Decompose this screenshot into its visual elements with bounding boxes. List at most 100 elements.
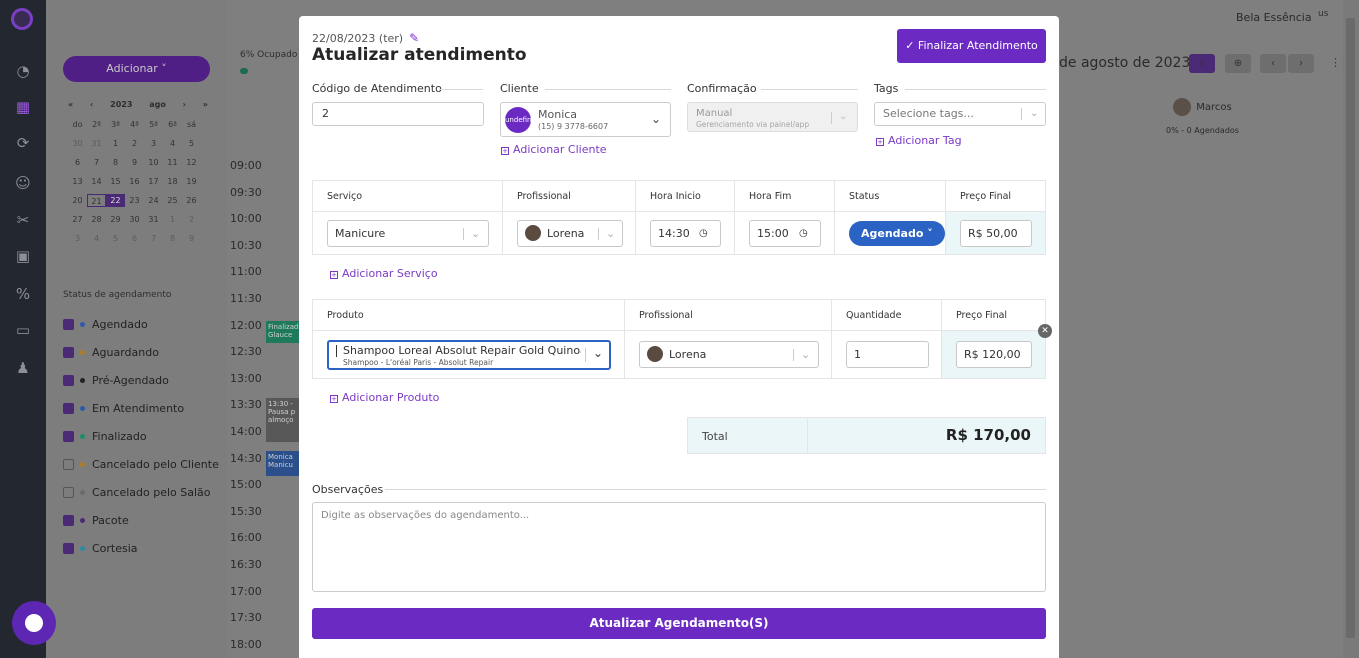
calendar-day[interactable]: 3 bbox=[68, 232, 87, 245]
checkbox[interactable] bbox=[63, 346, 74, 358]
calendar-day[interactable]: 31 bbox=[144, 213, 163, 226]
tags-select[interactable]: Selecione tags... ⌄ bbox=[874, 102, 1046, 126]
status-filter-item[interactable]: Pacote bbox=[63, 506, 219, 534]
checkbox[interactable] bbox=[63, 430, 74, 442]
calendar-day[interactable]: 15 bbox=[106, 175, 125, 188]
cal-next-year-button[interactable]: » bbox=[203, 100, 208, 109]
box-icon[interactable]: ▣ bbox=[13, 246, 33, 266]
cal-year[interactable]: 2023 bbox=[110, 100, 132, 109]
chevron-down-icon[interactable]: ⌄ bbox=[593, 347, 603, 359]
product-select[interactable]: Shampoo Loreal Absolut Repair Gold Quino… bbox=[327, 339, 611, 370]
chevron-down-icon[interactable]: ⌄ bbox=[651, 112, 661, 126]
calendar-day[interactable]: 30 bbox=[125, 213, 144, 226]
calendar-day[interactable]: 28 bbox=[87, 213, 106, 226]
chat-icon[interactable] bbox=[12, 601, 56, 645]
status-filter-item[interactable]: Cortesia bbox=[63, 534, 219, 562]
checkbox[interactable] bbox=[63, 458, 74, 470]
checkbox[interactable] bbox=[63, 402, 74, 414]
status-filter-item[interactable]: Finalizado bbox=[63, 422, 219, 450]
calendar-day[interactable]: 12 bbox=[182, 156, 201, 169]
calendar-day[interactable]: 2 bbox=[125, 137, 144, 150]
service-select[interactable]: Manicure ⌄ bbox=[327, 219, 489, 247]
status-filter-item[interactable]: Cancelado pelo Cliente bbox=[63, 450, 219, 478]
calendar-day[interactable]: 9 bbox=[182, 232, 201, 245]
code-input[interactable]: 2 bbox=[312, 102, 484, 126]
calendar-day[interactable]: 8 bbox=[163, 232, 182, 245]
calendar-day[interactable]: 29 bbox=[106, 213, 125, 226]
page-scrollbar[interactable] bbox=[1343, 0, 1359, 658]
calendar-day[interactable]: 4 bbox=[87, 232, 106, 245]
percent-icon[interactable]: % bbox=[13, 284, 33, 304]
appointment-block[interactable]: Monica Manicu bbox=[266, 451, 302, 476]
calendar-day[interactable]: 8 bbox=[106, 156, 125, 169]
users-icon[interactable]: ♟ bbox=[13, 358, 33, 378]
calendar-day[interactable]: 30 bbox=[68, 137, 87, 150]
checkbox[interactable] bbox=[63, 514, 74, 526]
logo-icon[interactable] bbox=[11, 8, 33, 30]
calendar-day[interactable]: 17 bbox=[144, 175, 163, 188]
calendar-day[interactable]: 2 bbox=[182, 213, 201, 226]
chevron-down-icon[interactable]: ⌄ bbox=[801, 342, 810, 367]
professional-select[interactable]: Lorena ⌄ bbox=[639, 341, 819, 368]
status-filter-item[interactable]: Em Atendimento bbox=[63, 394, 219, 422]
add-tag-link[interactable]: + Adicionar Tag bbox=[876, 134, 962, 147]
add-product-link[interactable]: + Adicionar Produto bbox=[330, 391, 439, 404]
checkbox[interactable] bbox=[63, 486, 74, 498]
calendar-day[interactable]: 13 bbox=[68, 175, 87, 188]
add-service-link[interactable]: + Adicionar Serviço bbox=[330, 267, 438, 280]
target-icon[interactable]: ⊕ bbox=[1225, 54, 1251, 73]
professional-column-header[interactable]: Marcos 0% - 0 Agendados bbox=[1166, 98, 1239, 135]
checkbox[interactable] bbox=[63, 318, 74, 330]
calendar-day[interactable]: 20 bbox=[68, 194, 87, 207]
status-filter-item[interactable]: Aguardando bbox=[63, 338, 219, 366]
calendar-day[interactable]: 18 bbox=[163, 175, 182, 188]
chevron-right-icon[interactable]: › bbox=[1288, 54, 1314, 73]
professional-select[interactable]: Lorena ⌄ bbox=[517, 219, 623, 247]
calendar-day[interactable]: 5 bbox=[182, 137, 201, 150]
finalize-button[interactable]: ✓ Finalizar Atendimento bbox=[897, 29, 1046, 63]
calendar-day[interactable]: 7 bbox=[87, 156, 106, 169]
refresh-icon[interactable]: ⟳ bbox=[13, 133, 33, 153]
chevron-down-icon[interactable]: ⌄ bbox=[606, 221, 615, 246]
calendar-icon[interactable]: ▦ bbox=[13, 97, 33, 117]
calendar-day[interactable]: 23 bbox=[125, 194, 144, 207]
service-price-input[interactable]: R$ 50,00 bbox=[960, 219, 1032, 247]
appointment-block[interactable]: 13:30 - Pausa p almoço bbox=[266, 398, 302, 442]
calendar-day[interactable]: 31 bbox=[87, 137, 106, 150]
calendar-day[interactable]: 27 bbox=[68, 213, 87, 226]
calendar-day[interactable]: 6 bbox=[125, 232, 144, 245]
product-price-input[interactable]: R$ 120,00 bbox=[956, 341, 1032, 368]
calendar-day[interactable]: 5 bbox=[106, 232, 125, 245]
calendar-day[interactable]: 19 bbox=[182, 175, 201, 188]
search-icon[interactable]: ⌕ bbox=[1189, 54, 1215, 73]
status-filter-item[interactable]: Agendado bbox=[63, 310, 219, 338]
account-name[interactable]: Bela Essência bbox=[1236, 11, 1312, 24]
calendar-day[interactable]: 25 bbox=[163, 194, 182, 207]
chevron-down-icon[interactable]: ⌄ bbox=[1030, 103, 1038, 125]
clock-icon[interactable]: ◷ bbox=[799, 221, 808, 246]
chevron-left-icon[interactable]: ‹ bbox=[1260, 54, 1286, 73]
calendar-day[interactable]: 14 bbox=[87, 175, 106, 188]
quantity-input[interactable]: 1 bbox=[846, 341, 929, 368]
calendar-day[interactable]: 3 bbox=[144, 137, 163, 150]
remove-product-icon[interactable]: ✕ bbox=[1038, 324, 1052, 338]
calendar-day[interactable]: 6 bbox=[68, 156, 87, 169]
calendar-day[interactable]: 26 bbox=[182, 194, 201, 207]
calendar-day[interactable]: 7 bbox=[144, 232, 163, 245]
start-time-input[interactable]: 14:30 ◷ bbox=[650, 219, 721, 247]
end-time-input[interactable]: 15:00 ◷ bbox=[749, 219, 821, 247]
calendar-day[interactable]: 24 bbox=[144, 194, 163, 207]
calendar-day[interactable]: 22 bbox=[106, 194, 125, 207]
edit-icon[interactable]: ✎ bbox=[409, 31, 419, 45]
inbox-icon[interactable]: ▭ bbox=[13, 320, 33, 340]
update-appointment-button[interactable]: Atualizar Agendamento(S) bbox=[312, 608, 1046, 639]
appointment-block[interactable]: Finalizado Glauce bbox=[266, 321, 303, 343]
scissors-icon[interactable]: ✂ bbox=[13, 210, 33, 230]
cal-month[interactable]: ago bbox=[149, 100, 166, 109]
status-filter-item[interactable]: Pré-Agendado bbox=[63, 366, 219, 394]
user-icon[interactable]: ☺ bbox=[13, 173, 33, 193]
checkbox[interactable] bbox=[63, 374, 74, 386]
calendar-day[interactable]: 16 bbox=[125, 175, 144, 188]
cal-next-month-button[interactable]: › bbox=[183, 100, 186, 109]
client-select[interactable]: undefined Monica (15) 9 3778-6607 ⌄ bbox=[500, 102, 671, 137]
